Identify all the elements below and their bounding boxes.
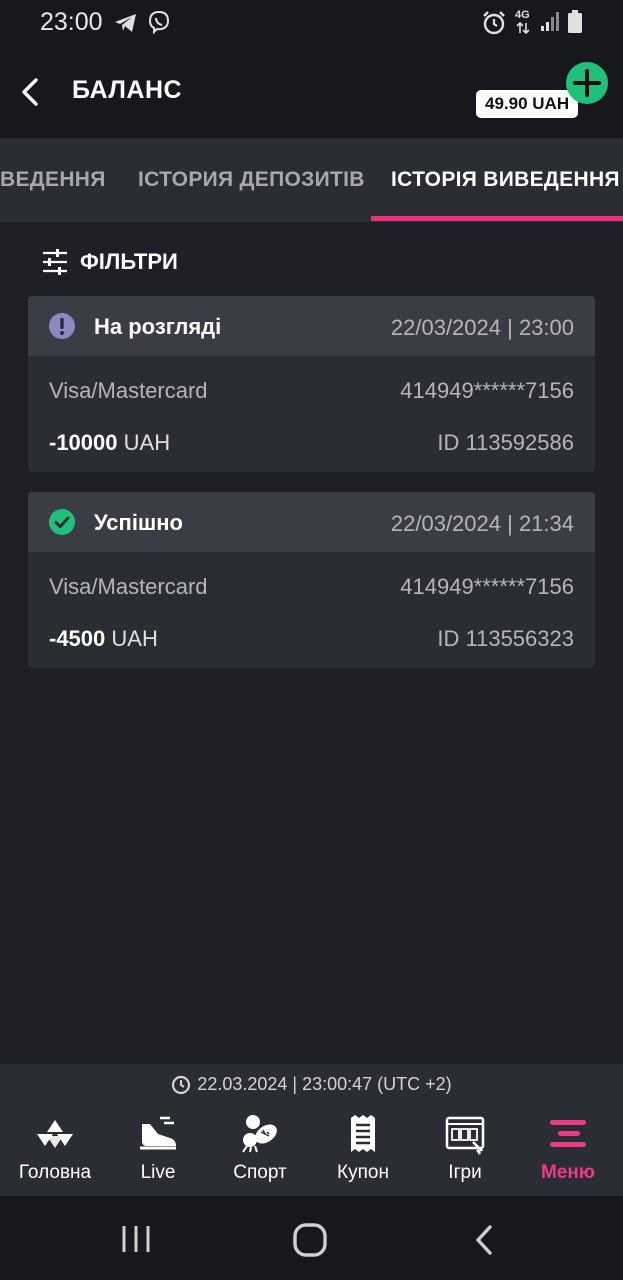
transaction-id: ID 113556323: [437, 626, 574, 651]
menu-icon: [550, 1120, 586, 1147]
balance-badge[interactable]: 49.90 UAH: [476, 90, 579, 118]
telegram-icon: [115, 14, 136, 32]
clock-icon: [172, 1076, 191, 1095]
sliders-icon: [43, 249, 67, 275]
card-number: 414949******7156: [400, 574, 574, 599]
transaction-card[interactable]: На розгляді 22/03/2024 | 23:00 Visa/Mast…: [28, 296, 595, 472]
coupon-receipt-icon: [351, 1115, 375, 1152]
back-arrow-icon[interactable]: [14, 72, 50, 112]
nav-sport[interactable]: Спорт: [208, 1104, 312, 1196]
nav-label: Спорт: [233, 1162, 287, 1183]
transaction-card-header: На розгляді 22/03/2024 | 23:00: [28, 296, 595, 356]
battery-icon: [568, 10, 582, 33]
nav-label: Live: [140, 1162, 176, 1183]
tab-withdrawal-history[interactable]: ІСТОРІЯ ВИВЕДЕННЯ: [391, 168, 620, 192]
nav-label: Купон: [337, 1162, 389, 1183]
transaction-datetime: 22/03/2024 | 21:34: [390, 511, 574, 536]
bottom-navigation: Головна Live Спорт Купон Ігри Меню: [0, 1104, 623, 1196]
amount-value: -10000: [49, 430, 118, 455]
payment-method: Visa/Mastercard: [49, 378, 208, 403]
games-slot-icon: [445, 1116, 485, 1155]
transaction-card-header: Успішно 22/03/2024 | 21:34: [28, 492, 595, 552]
card-number: 414949******7156: [400, 378, 574, 403]
filters-label: ФІЛЬТРИ: [80, 249, 178, 274]
app-header: БАЛАНС 49.90 UAH: [0, 48, 623, 138]
nav-live[interactable]: Live: [106, 1104, 210, 1196]
exclamation-circle-icon: [49, 313, 75, 339]
tab-deposit-history[interactable]: ІСТОРИЯ ДЕПОЗИТІВ: [138, 168, 365, 192]
server-time-text: 22.03.2024 | 23:00:47 (UTC +2): [197, 1074, 452, 1094]
server-time-bar: 22.03.2024 | 23:00:47 (UTC +2): [0, 1064, 623, 1106]
data-arrows-icon: [516, 22, 530, 34]
payment-method: Visa/Mastercard: [49, 574, 208, 599]
alarm-icon: [483, 11, 505, 35]
amount-value: -4500: [49, 626, 106, 651]
status-bar: 23:00 4G: [0, 0, 623, 48]
history-tabs: ВЕДЕННЯ ІСТОРИЯ ДЕПОЗИТІВ ІСТОРІЯ ВИВЕДЕ…: [0, 138, 623, 222]
filters-button[interactable]: ФІЛЬТРИ: [42, 244, 178, 280]
check-circle-icon: [49, 509, 75, 535]
home-logo-icon: [37, 1120, 73, 1148]
home-button-icon[interactable]: [292, 1222, 328, 1258]
system-navigation-bar: [0, 1196, 623, 1280]
transaction-datetime: 22/03/2024 | 23:00: [390, 315, 574, 340]
nav-games[interactable]: Ігри: [413, 1104, 517, 1196]
nav-menu[interactable]: Меню: [516, 1104, 620, 1196]
nav-label: Ігри: [448, 1162, 482, 1183]
transaction-amount: -4500 UAH: [49, 626, 158, 652]
signal-icon: [541, 12, 559, 31]
system-back-icon[interactable]: [470, 1224, 498, 1256]
live-sneaker-icon: [140, 1116, 176, 1150]
add-funds-button[interactable]: [566, 62, 608, 104]
recent-apps-icon[interactable]: [120, 1224, 152, 1254]
network-type-label: 4G: [515, 9, 530, 21]
transaction-status: На розгляді: [94, 314, 222, 339]
amount-currency: UAH: [111, 626, 158, 651]
transaction-amount: -10000 UAH: [49, 430, 170, 456]
transaction-card[interactable]: Успішно 22/03/2024 | 21:34 Visa/Masterca…: [28, 492, 595, 668]
active-tab-indicator: [371, 216, 623, 221]
nav-coupon[interactable]: Купон: [311, 1104, 415, 1196]
viber-icon: [148, 10, 170, 34]
status-time: 23:00: [40, 8, 103, 36]
tab-withdrawals-partial[interactable]: ВЕДЕННЯ: [0, 168, 106, 192]
transaction-id: ID 113592586: [437, 430, 574, 455]
amount-currency: UAH: [123, 430, 171, 455]
sport-balls-icon: [242, 1115, 277, 1153]
nav-label: Головна: [18, 1162, 92, 1183]
nav-label: Меню: [540, 1162, 596, 1183]
plus-icon: [573, 69, 601, 97]
transaction-status: Успішно: [94, 510, 183, 535]
page-title: БАЛАНС: [72, 76, 183, 104]
nav-home[interactable]: Головна: [3, 1104, 107, 1196]
